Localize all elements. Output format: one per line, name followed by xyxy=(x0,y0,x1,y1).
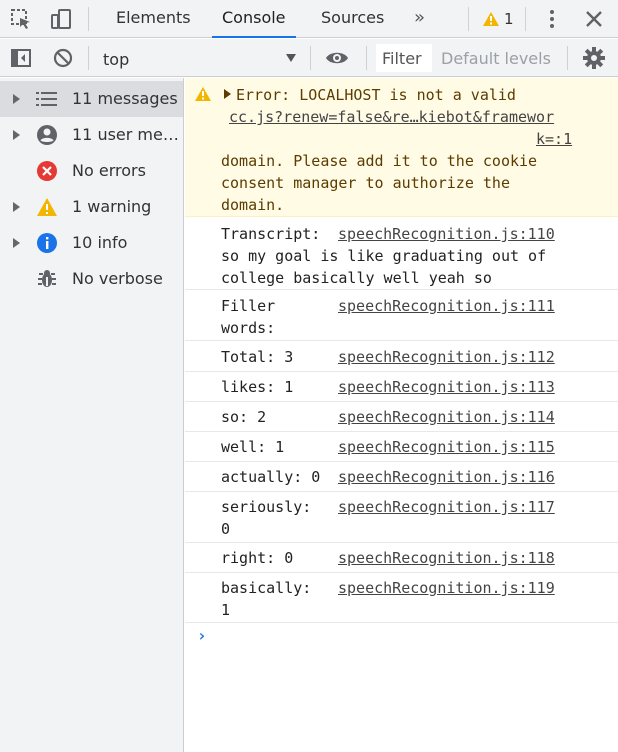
log-message: well: 1 speechRecognition.js:115 xyxy=(185,432,618,462)
sidebar-item-info[interactable]: 10 info xyxy=(0,225,183,261)
warning-body: domain. Please add it to the cookie cons… xyxy=(221,152,538,214)
settings-gear-icon[interactable] xyxy=(581,45,607,71)
devtools-tabbar: Elements Console Sources » 1 xyxy=(0,0,618,38)
toolbar-divider xyxy=(88,46,89,70)
console-prompt-chevron-icon[interactable]: › xyxy=(197,626,207,645)
log-text: likes: 1 xyxy=(221,378,294,396)
console-messages: Error: LOCALHOST is not a valid cc.js?re… xyxy=(185,78,618,752)
log-source-link[interactable]: speechRecognition.js:118 xyxy=(338,547,555,569)
kebab-menu-icon[interactable] xyxy=(539,6,565,32)
warning-icon xyxy=(194,86,212,106)
log-text: so: 2 xyxy=(221,408,267,426)
warning-icon xyxy=(483,12,499,26)
log-source-link[interactable]: speechRecognition.js:119 xyxy=(338,577,555,599)
warning-icon xyxy=(36,196,58,218)
error-icon xyxy=(36,160,58,182)
sidebar-item-label: 10 info xyxy=(72,233,128,252)
expand-arrow-icon[interactable] xyxy=(224,89,231,99)
sidebar-item-warnings[interactable]: 1 warning xyxy=(0,189,183,225)
warning-message: Error: LOCALHOST is not a valid cc.js?re… xyxy=(185,78,618,217)
close-icon[interactable] xyxy=(581,6,607,32)
log-message: seriously: 0 speechRecognition.js:117 xyxy=(185,492,618,543)
live-expression-eye-icon[interactable] xyxy=(324,45,350,71)
sidebar-item-messages[interactable]: 11 messages xyxy=(0,81,183,117)
expand-arrow-icon[interactable] xyxy=(13,94,20,104)
clear-console-icon[interactable] xyxy=(50,45,76,71)
log-source-link[interactable]: speechRecognition.js:111 xyxy=(338,295,555,317)
expand-arrow-icon[interactable] xyxy=(13,130,20,140)
log-text: actually: 0 xyxy=(221,468,321,486)
log-message: Filler words: speechRecognition.js:111 xyxy=(185,291,618,341)
toolbar-divider xyxy=(525,7,526,31)
log-source-link[interactable]: speechRecognition.js:113 xyxy=(338,376,555,398)
info-icon xyxy=(36,232,58,254)
console-sidebar: 11 messages 11 user mes… No errors 1 war… xyxy=(0,78,184,752)
expand-arrow-icon[interactable] xyxy=(13,238,20,248)
expand-arrow-icon[interactable] xyxy=(13,202,20,212)
filter-input[interactable] xyxy=(376,44,432,72)
log-text: basically: 1 xyxy=(221,579,312,619)
toolbar-divider xyxy=(366,46,367,70)
log-message: likes: 1 speechRecognition.js:113 xyxy=(185,372,618,402)
sidebar-item-label: No verbose xyxy=(72,269,163,288)
tab-console[interactable]: Console xyxy=(212,0,296,38)
context-label: top xyxy=(103,50,130,69)
console-toolbar: top Default levels xyxy=(0,39,618,77)
more-tabs-button[interactable]: » xyxy=(414,0,425,38)
log-text: seriously: 0 xyxy=(221,498,312,538)
tab-elements[interactable]: Elements xyxy=(106,0,201,38)
list-icon xyxy=(36,88,58,110)
log-source-link[interactable]: speechRecognition.js:115 xyxy=(338,436,555,458)
toolbar-divider xyxy=(310,46,311,70)
context-selector[interactable]: top xyxy=(94,44,304,72)
log-levels-dropdown[interactable]: Default levels xyxy=(441,49,551,68)
log-message: right: 0 speechRecognition.js:118 xyxy=(185,543,618,573)
warning-counter[interactable]: 1 xyxy=(482,8,514,30)
sidebar-item-label: 1 warning xyxy=(72,197,152,216)
toolbar-divider xyxy=(88,7,89,31)
sidebar-item-user-messages[interactable]: 11 user mes… xyxy=(0,117,183,153)
log-text: Total: 3 xyxy=(221,348,294,366)
sidebar-item-errors[interactable]: No errors xyxy=(0,153,183,189)
log-source-link[interactable]: speechRecognition.js:117 xyxy=(338,496,555,518)
sidebar-item-verbose[interactable]: No verbose xyxy=(0,261,183,297)
log-source-link[interactable]: speechRecognition.js:114 xyxy=(338,406,555,428)
tab-sources[interactable]: Sources xyxy=(311,0,394,38)
log-source-link[interactable]: speechRecognition.js:112 xyxy=(338,346,555,368)
filter-field[interactable] xyxy=(376,44,432,72)
warning-source-link[interactable]: cc.js?renew=false&re…kiebot&framewor xyxy=(229,106,554,128)
log-message: actually: 0 speechRecognition.js:116 xyxy=(185,462,618,492)
warning-text: Error: LOCALHOST is not a valid xyxy=(236,86,516,104)
bug-icon xyxy=(36,268,58,290)
toolbar-divider xyxy=(468,7,469,31)
log-message: Total: 3 speechRecognition.js:112 xyxy=(185,342,618,372)
dropdown-arrow-icon xyxy=(286,54,296,62)
sidebar-item-label: 11 user mes… xyxy=(72,125,182,144)
log-source-link[interactable]: speechRecognition.js:116 xyxy=(338,466,555,488)
user-icon xyxy=(36,124,58,146)
log-message: so: 2 speechRecognition.js:114 xyxy=(185,402,618,432)
sidebar-item-label: No errors xyxy=(72,161,146,180)
log-text-continuation: so my goal is like graduating out of col… xyxy=(221,247,547,287)
log-text: Filler words: xyxy=(221,297,276,337)
log-text: Transcript: xyxy=(221,225,321,243)
warning-source-link-continuation[interactable]: k=:1 xyxy=(536,128,572,150)
toolbar-divider xyxy=(567,46,568,70)
log-text: right: 0 xyxy=(221,549,294,567)
sidebar-toggle-icon[interactable] xyxy=(8,45,34,71)
warning-count: 1 xyxy=(504,10,514,28)
log-message: Transcript: speechRecognition.js:110 so … xyxy=(185,218,618,290)
device-toolbar-icon[interactable] xyxy=(48,6,74,32)
sidebar-item-label: 11 messages xyxy=(72,89,178,108)
inspect-element-icon[interactable] xyxy=(8,6,34,32)
log-message: basically: 1 speechRecognition.js:119 xyxy=(185,573,618,623)
log-source-link[interactable]: speechRecognition.js:110 xyxy=(338,223,555,245)
log-text: well: 1 xyxy=(221,438,285,456)
